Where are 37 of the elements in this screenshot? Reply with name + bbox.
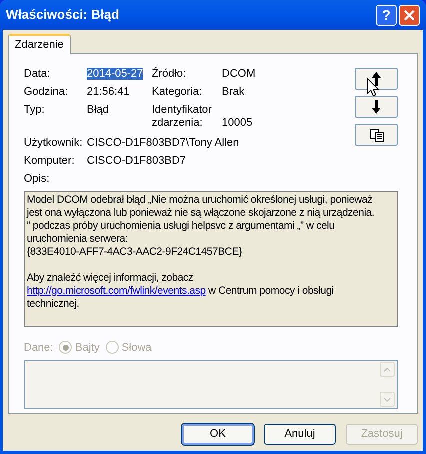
data-label: Dane: (24, 340, 54, 356)
scroll-down-icon (384, 398, 391, 402)
close-button[interactable] (399, 4, 420, 26)
next-event-button[interactable] (355, 96, 398, 118)
field-label: Użytkownik: (24, 137, 84, 150)
scroll-up-icon (384, 368, 391, 372)
field-value: 21:56:41 (87, 86, 130, 98)
help-text: Aby znaleźć więcej informacji, zobacz http://go.microsoft.com/fwlink/events.asp w Centrum pomocy i obsługi technicznej. (27, 272, 335, 310)
dialog-button[interactable]: OK (182, 424, 254, 445)
field-label: Identyfikator zdarzenia: (152, 104, 213, 130)
close-icon (404, 10, 415, 20)
field-label: Opis: (24, 172, 51, 187)
down-arrow-icon (372, 100, 381, 114)
description-text: Model DCOM odebrał błąd „Nie można uruchomić określonej usługi, ponieważ jest ona wyłączona lub ponieważ nie są włączone skojarzone z nią urządzenia. ” podczas próby uruchomienia usługi helpsvc z argumentami „” w celu uruchomienia serwera: {833E4010-AFF7-4AC3-AAC2-9F24C1457BCE} (27, 194, 376, 258)
field-value: Błąd (87, 104, 110, 116)
field-label: Źródło: (152, 68, 188, 81)
field-value: DCOM (222, 68, 256, 80)
field-value: Brak (222, 86, 245, 98)
field-label: Typ: (24, 104, 46, 117)
help-link[interactable]: http://go.microsoft.com/fwlink/events.asp (27, 284, 206, 296)
cursor-icon (367, 78, 379, 97)
field-label: Data: (24, 68, 52, 81)
up-arrow-icon (372, 72, 381, 86)
window-title: Właściwości: Błąd (6, 6, 120, 24)
help-button[interactable]: ? (376, 4, 397, 26)
dialog-button[interactable]: Anuluj (264, 424, 336, 445)
copy-button[interactable] (355, 124, 398, 146)
field-value: 2014-05-27 (87, 68, 144, 80)
field-label: Kategoria: (152, 86, 204, 99)
field-label: Godzina: (24, 86, 70, 99)
field-value: 10005 (222, 117, 253, 129)
field-label: Komputer: (24, 155, 76, 168)
previous-event-button[interactable] (355, 68, 398, 90)
tab[interactable]: Zdarzenie (8, 34, 71, 54)
field-value: CISCO-D1F803BD7 (87, 155, 188, 168)
field-value: CISCO-D1F803BD7\Tony Allen (87, 137, 240, 150)
copy-icon (370, 128, 384, 142)
